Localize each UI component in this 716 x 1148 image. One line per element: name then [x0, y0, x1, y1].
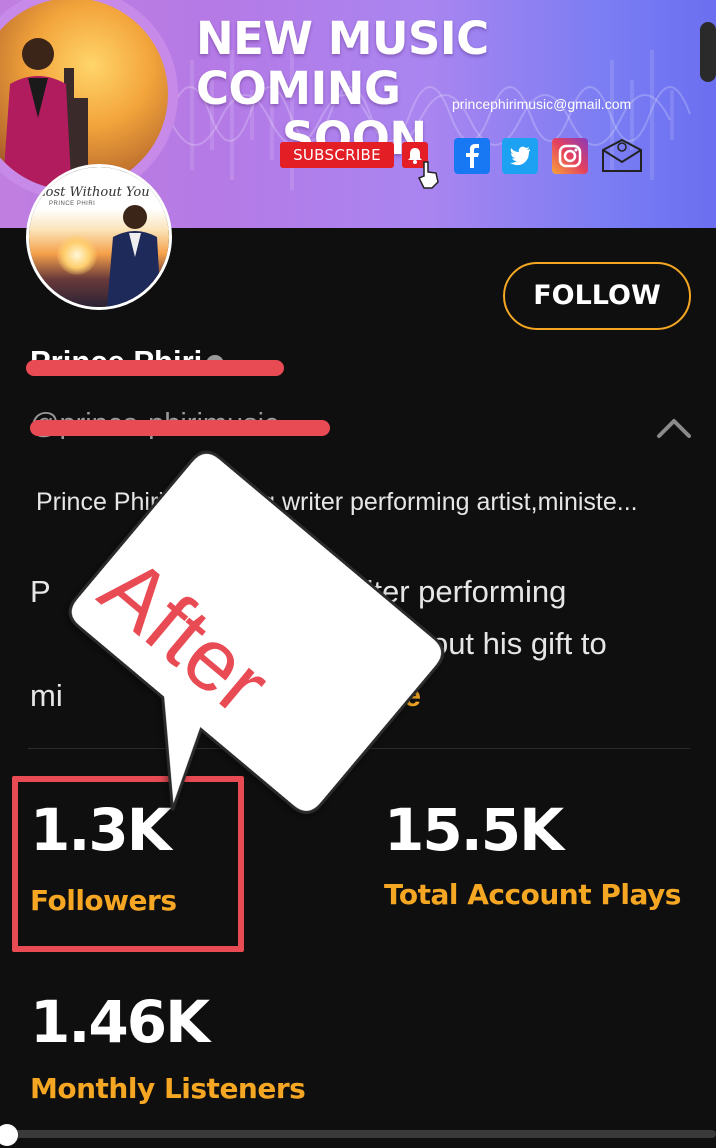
follow-button[interactable]: FOLLOW	[503, 262, 691, 330]
banner-headline-line1: NEW MUSIC COMING	[196, 12, 489, 115]
scroll-thumb[interactable]	[0, 1124, 18, 1146]
bio-full-line1-end: ng writer performing	[290, 574, 567, 609]
section-divider	[28, 748, 690, 749]
album-cover-title: Lost Without You	[37, 185, 150, 200]
monthly-listeners-label: Monthly Listeners	[30, 1072, 306, 1105]
email-icon	[600, 138, 644, 174]
handle-redaction-mark	[30, 420, 330, 436]
followers-highlight-box	[12, 776, 244, 952]
hand-cursor-icon	[417, 161, 439, 189]
banner-subscribe-graphic: SUBSCRIBE	[280, 142, 394, 168]
scroll-track[interactable]	[0, 1130, 716, 1138]
read-more-link[interactable]: ore	[373, 678, 421, 713]
album-cover-artist: PRINCE PHIRI	[49, 201, 96, 207]
monthly-listeners-count: 1.46K	[30, 988, 210, 1056]
total-plays-label: Total Account Plays	[384, 878, 681, 911]
profile-avatar[interactable]: Lost Without You PRINCE PHIRI	[26, 164, 172, 310]
bio-full-line3-start: mi	[30, 678, 63, 713]
instagram-icon	[552, 138, 588, 174]
chevron-up-icon[interactable]	[655, 414, 693, 440]
microphone-icon	[700, 22, 716, 82]
facebook-icon	[454, 138, 490, 174]
name-redaction-mark	[26, 360, 284, 376]
bio-full-line1-start: P	[30, 574, 51, 609]
total-plays-count: 15.5K	[384, 796, 564, 864]
bio-summary: Prince Phiri is a Song writer performing…	[36, 488, 638, 516]
banner-email: princephirimusic@gmail.com	[452, 96, 632, 112]
bio-full-line2-end: te about his gift to	[362, 626, 607, 661]
twitter-icon	[502, 138, 538, 174]
